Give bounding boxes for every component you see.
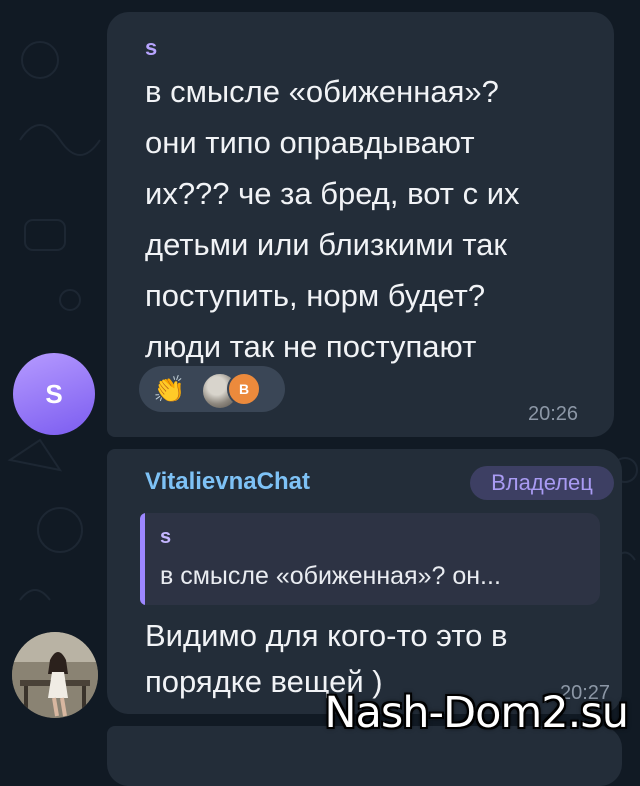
person-photo-icon — [12, 632, 98, 718]
reply-quote[interactable]: s в смысле «обиженная»? он... — [140, 513, 600, 605]
reply-text: в смысле «обиженная»? он... — [160, 562, 501, 590]
message-text: в смысле «обиженная»? они типо оправдыва… — [145, 74, 520, 364]
avatar[interactable]: S — [13, 353, 95, 435]
owner-badge: Владелец — [470, 466, 614, 500]
reply-accent-bar — [140, 513, 145, 605]
reaction-user-avatar-letter: В — [227, 372, 261, 406]
avatar[interactable] — [12, 632, 98, 718]
watermark: Nash-Dom2.su — [324, 688, 629, 738]
reply-sender-name: s — [160, 526, 172, 548]
reactions-bar[interactable]: 👏 В — [139, 366, 285, 412]
message-time: 20:26 — [528, 403, 579, 425]
message-sender-name[interactable]: s — [145, 35, 157, 61]
message-sender-name[interactable]: VitalievnaChat — [145, 468, 310, 496]
clapping-hands-icon: 👏 — [153, 374, 186, 404]
